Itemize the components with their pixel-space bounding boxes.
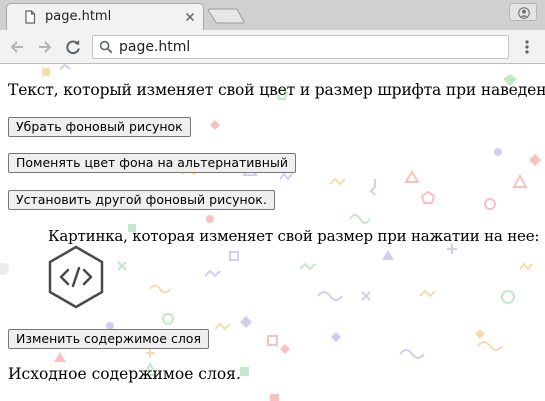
back-arrow-icon[interactable] [8,38,26,56]
set-other-background-button[interactable]: Установить другой фоновый рисунок. [8,190,275,210]
forward-arrow-icon[interactable] [36,38,54,56]
profile-button[interactable] [509,3,537,21]
browser-toolbar: page.html [0,30,545,64]
change-background-color-button[interactable]: Поменять цвет фона на альтернативный [8,153,296,173]
change-layer-content-button[interactable]: Изменить содержимое слоя [8,329,209,349]
image-caption: Картинка, которая изменяет свой размер п… [48,227,540,245]
menu-kebab-icon[interactable] [522,38,532,56]
document-icon [25,10,36,24]
new-tab-button[interactable] [206,6,246,26]
hover-effect-text[interactable]: Текст, который изменяет свой цвет и разм… [8,81,545,99]
address-bar[interactable]: page.html [92,35,509,59]
reload-icon[interactable] [64,38,82,56]
tab-title: page.html [45,9,112,24]
browser-tab[interactable]: page.html [6,3,204,30]
layer-content-text: Исходное содержимое слоя. [8,365,241,383]
tab-strip: page.html [0,0,545,30]
code-hexagon-icon[interactable] [46,244,106,310]
page-viewport: Текст, который изменяет свой цвет и разм… [0,64,545,401]
remove-background-button[interactable]: Убрать фоновый рисунок [8,117,191,137]
user-icon [518,7,530,19]
url-text: page.html [119,39,191,55]
close-tab-icon[interactable] [183,10,197,24]
search-icon [99,40,113,54]
